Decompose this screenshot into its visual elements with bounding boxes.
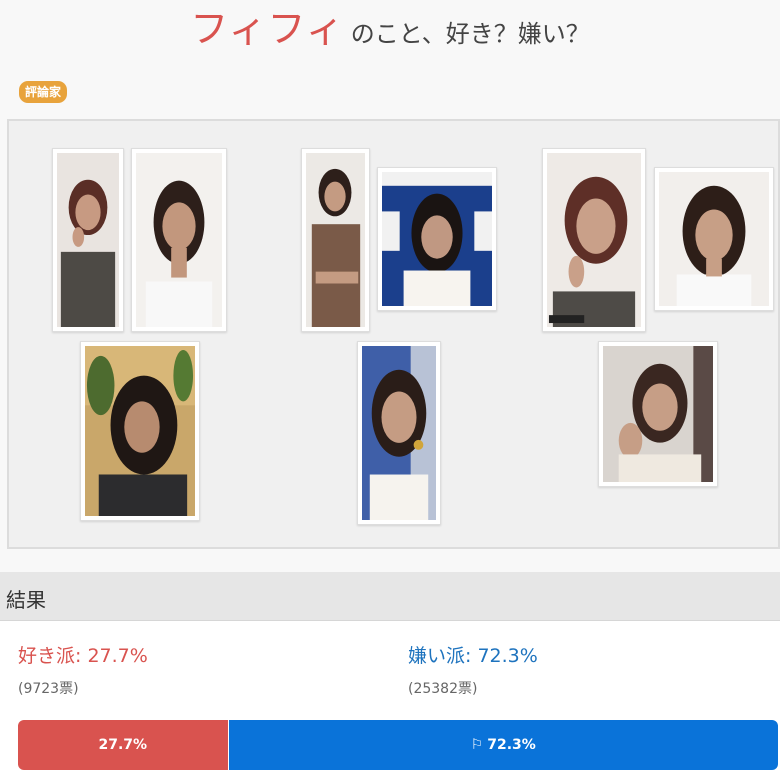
like-bar-segment: 27.7% bbox=[18, 720, 229, 770]
portrait-image bbox=[547, 153, 641, 327]
dislike-label: 嫌い派: bbox=[408, 645, 472, 667]
portrait-image bbox=[659, 172, 769, 306]
gallery-photo[interactable] bbox=[131, 148, 227, 332]
page-question: のこと、好き？嫌い？ bbox=[350, 20, 590, 48]
vote-progress-bar: 27.7% ⚐ 72.3% bbox=[18, 720, 778, 770]
gallery-photo[interactable] bbox=[654, 167, 774, 311]
dislike-summary: 嫌い派: 72.3% bbox=[408, 641, 538, 668]
like-label: 好き派: bbox=[18, 645, 82, 667]
like-votes: (9723票) bbox=[18, 681, 79, 697]
portrait-image bbox=[306, 153, 365, 327]
portrait-image bbox=[85, 346, 195, 516]
photo-gallery bbox=[7, 119, 780, 549]
person-name: フィフィ bbox=[190, 7, 345, 51]
gallery-photo[interactable] bbox=[301, 148, 370, 332]
portrait-image bbox=[57, 153, 119, 327]
portrait-image bbox=[136, 153, 222, 327]
gallery-photo[interactable] bbox=[542, 148, 646, 332]
flag-icon: ⚐ bbox=[470, 737, 484, 753]
dislike-bar-text: 72.3% bbox=[487, 737, 536, 753]
gallery-photo[interactable] bbox=[357, 341, 441, 525]
portrait-image bbox=[362, 346, 436, 520]
dislike-votes: (25382票) bbox=[408, 681, 478, 697]
category-badge[interactable]: 評論家 bbox=[19, 81, 68, 103]
results-title: 結果 bbox=[6, 588, 46, 612]
page-title: フィフィ のこと、好き？嫌い？ bbox=[0, 0, 780, 58]
gallery-photo[interactable] bbox=[80, 341, 200, 521]
results-header: 結果 bbox=[0, 572, 780, 621]
gallery-photo[interactable] bbox=[377, 167, 497, 311]
like-percent: 27.7% bbox=[87, 645, 148, 667]
dislike-percent: 72.3% bbox=[477, 645, 538, 667]
like-bar-text: 27.7% bbox=[98, 737, 148, 753]
gallery-photo[interactable] bbox=[52, 148, 124, 332]
portrait-image bbox=[382, 172, 492, 306]
like-summary: 好き派: 27.7% bbox=[18, 641, 148, 668]
dislike-bar-segment: ⚐ 72.3% bbox=[228, 720, 778, 770]
gallery-photo[interactable] bbox=[598, 341, 718, 487]
results-panel: 好き派: 27.7% (9723票) 嫌い派: 72.3% (25382票) 2… bbox=[0, 621, 780, 780]
portrait-image bbox=[603, 346, 713, 482]
